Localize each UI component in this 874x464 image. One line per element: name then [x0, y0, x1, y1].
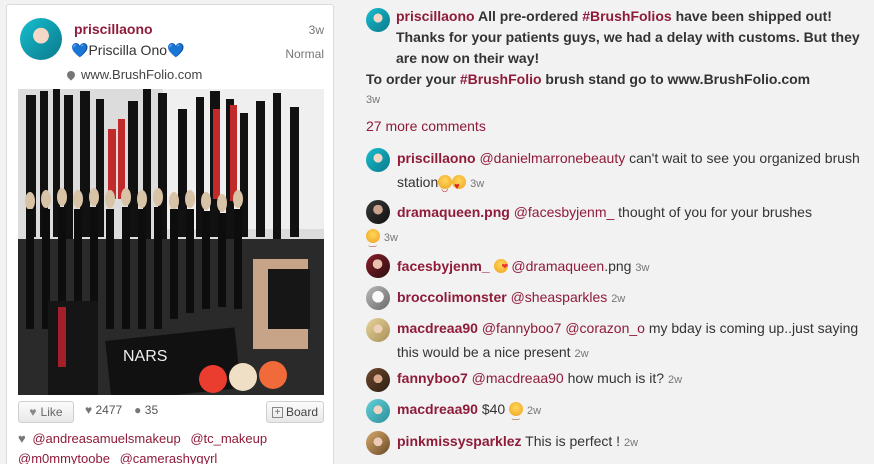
comment: priscillaono @danielmarronebeauty can't … [366, 146, 866, 201]
display-name-text: Priscilla Ono [88, 42, 168, 58]
comment-text: .png [604, 258, 632, 274]
post-username[interactable]: priscillaono [74, 21, 153, 37]
caption-line-order: To order your #BrushFolio brush stand go… [366, 69, 866, 90]
website-link[interactable]: www.BrushFolio.com [65, 67, 202, 82]
post-time: 3w [308, 23, 324, 37]
comment-time: 3w [383, 232, 398, 244]
blue-heart-icon: 💙 [71, 42, 89, 58]
comment-body: dramaqueen.png @facesbyjenm_ thought of … [366, 200, 866, 224]
comment-username[interactable]: priscillaono [397, 150, 476, 166]
heart-eyes-emoji-icon [452, 174, 467, 198]
comment-text: This is perfect ! [525, 433, 621, 449]
tag-link[interactable]: @tc_makeup [190, 431, 267, 446]
caption-text-4: brush stand go to www.BrushFolio.com [545, 71, 811, 87]
comment: fannyboo7 @macdreaa90 how much is it? 2w [366, 366, 866, 392]
post-photo[interactable]: NARS [18, 89, 324, 395]
comment-time: 3w [635, 262, 650, 274]
likes-value: 2477 [95, 403, 123, 417]
caption-username[interactable]: priscillaono [396, 8, 475, 24]
comment-mention[interactable]: @facesbyjenm_ [514, 204, 615, 220]
hashtag-link[interactable]: #BrushFolios [582, 8, 671, 24]
comment-mention[interactable]: @fannyboo7 @corazon_o [482, 320, 645, 336]
website-text[interactable]: www.BrushFolio.com [81, 67, 202, 82]
smile-emoji-icon [509, 402, 524, 427]
like-button[interactable]: ♥ Like [18, 401, 74, 423]
comment-mention[interactable]: @sheasparkles [511, 289, 608, 305]
comment-username[interactable]: fannyboo7 [397, 370, 468, 386]
avatar[interactable] [20, 18, 62, 60]
heart-icon: ♥ [29, 405, 37, 419]
comment-body: pinkmissysparklez This is perfect ! 2w [366, 429, 866, 455]
speech-bubble-icon: ● [134, 403, 142, 417]
comment-time: 2w [623, 437, 639, 449]
post-counts: ♥ 2477 ● 35 [85, 403, 158, 417]
comment-text: $40 [481, 401, 506, 417]
comment-time: 2w [611, 293, 626, 305]
comment-text: thought of you for your brushes [618, 204, 812, 220]
comment: macdreaa90 @fannyboo7 @corazon_o my bday… [366, 316, 866, 366]
board-label: Board [285, 405, 319, 419]
tongue-emoji-icon [438, 175, 453, 201]
comment-body: broccolimonster @sheasparkles 2w [366, 285, 866, 311]
comment-body: macdreaa90 $40 2w [366, 397, 866, 427]
comment-username[interactable]: dramaqueen.png [397, 204, 510, 220]
caption-text: priscillaono All pre-ordered #BrushFolio… [366, 6, 866, 69]
comment: macdreaa90 $40 2w [366, 397, 866, 427]
comment-body: priscillaono @danielmarronebeauty can't … [366, 146, 866, 201]
hashtag-link[interactable]: #BrushFolio [460, 71, 542, 87]
pin-icon [65, 68, 77, 81]
comment: facesbyjenm_ @dramaqueen.png 3w [366, 254, 866, 280]
heart-icon: ♥ [18, 431, 26, 446]
comment-text: how much is it? [567, 370, 665, 386]
comment-username[interactable]: macdreaa90 [397, 401, 478, 417]
comment-body: fannyboo7 @macdreaa90 how much is it? 2w [366, 366, 866, 392]
status-badge: Normal [285, 47, 324, 61]
caption-text-3: To order your [366, 71, 456, 87]
brush-folio-photo: NARS [18, 89, 324, 395]
comment-extra: 3w [366, 224, 866, 254]
svg-text:NARS: NARS [123, 348, 167, 365]
comment-time: 2w [574, 348, 589, 360]
tag-link[interactable]: @camerashygyrl [120, 451, 218, 464]
blue-heart-icon: 💙 [167, 42, 185, 58]
tag-link[interactable]: @andreasamuelsmakeup [32, 431, 180, 446]
kiss-emoji-icon [493, 255, 508, 279]
comments-value: 35 [144, 403, 159, 417]
heart-icon: ♥ [85, 403, 93, 417]
comment-time: 2w [526, 405, 542, 417]
comment-mention[interactable]: @dramaqueen [511, 258, 604, 274]
comment-time: 3w [470, 178, 485, 190]
comment: pinkmissysparklez This is perfect ! 2w [366, 429, 866, 455]
comment-mention[interactable]: @danielmarronebeauty [479, 150, 625, 166]
more-comments-link[interactable]: 27 more comments [366, 118, 486, 134]
display-name: 💙Priscilla Ono💙 [71, 42, 184, 59]
caption-time: 3w [366, 94, 381, 106]
tagged-users: ♥ @andreasamuelsmakeup @tc_makeup @m0mmy… [18, 429, 328, 464]
comment-username[interactable]: macdreaa90 [397, 320, 478, 336]
comments-count: ● 35 [134, 403, 158, 417]
comment-time: 2w [667, 374, 683, 386]
comment-username[interactable]: pinkmissysparklez [397, 433, 522, 449]
likes-count: ♥ 2477 [85, 403, 122, 417]
comment: broccolimonster @sheasparkles 2w [366, 285, 866, 311]
comment-username[interactable]: broccolimonster [397, 289, 507, 305]
plus-icon: + [271, 406, 283, 418]
caption-text-1: All pre-ordered [477, 8, 579, 24]
blush-emoji-icon [366, 229, 380, 254]
comment-body: facesbyjenm_ @dramaqueen.png 3w [366, 254, 866, 280]
post-caption: priscillaono All pre-ordered #BrushFolio… [366, 6, 866, 111]
post-card: priscillaono 3w 💙Priscilla Ono💙 Normal w… [6, 4, 334, 464]
comment-mention[interactable]: @macdreaa90 [472, 370, 564, 386]
tag-link[interactable]: @m0mmytoobe [18, 451, 110, 464]
comment-body: macdreaa90 @fannyboo7 @corazon_o my bday… [366, 316, 866, 366]
comment: dramaqueen.png @facesbyjenm_ thought of … [366, 200, 866, 254]
like-label: Like [40, 405, 63, 419]
comment-username[interactable]: facesbyjenm_ [397, 258, 490, 274]
board-button[interactable]: + Board [266, 401, 324, 423]
